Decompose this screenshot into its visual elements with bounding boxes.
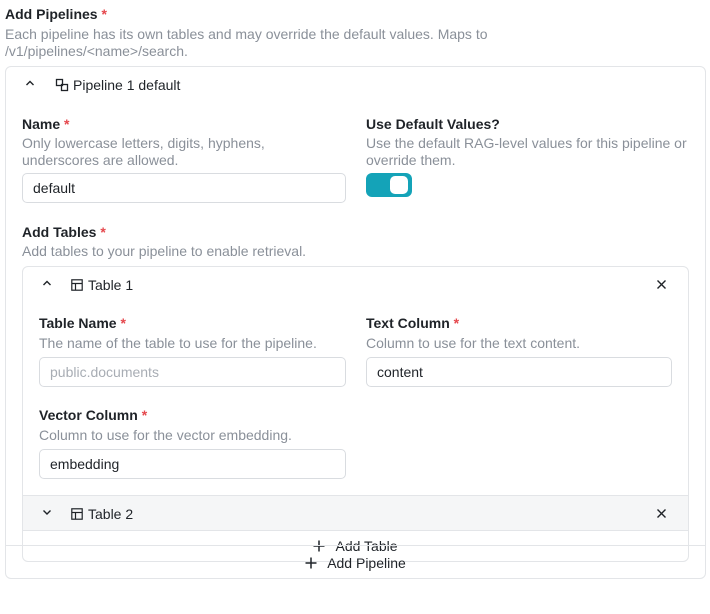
pipeline-header[interactable]: Pipeline 1 default xyxy=(6,67,705,103)
chevron-up-icon[interactable] xyxy=(23,77,37,92)
table-icon xyxy=(71,507,83,525)
text-column-input[interactable] xyxy=(366,357,672,387)
tables-card: Table 1 Table Name * The name of the tab… xyxy=(22,266,689,562)
table-name-label-text: Table Name xyxy=(39,315,117,331)
table-name-input[interactable] xyxy=(39,357,346,387)
text-column-help: Column to use for the text content. xyxy=(366,335,581,351)
required-marker: * xyxy=(64,116,70,132)
chevron-down-icon[interactable] xyxy=(40,506,54,521)
table-1-header[interactable]: Table 1 xyxy=(23,267,688,303)
section-title-text: Add Pipelines xyxy=(5,6,98,22)
table-2-title: Table 2 xyxy=(88,506,134,522)
table-1-title: Table 1 xyxy=(88,277,134,293)
toggle-knob xyxy=(390,176,408,194)
required-marker: * xyxy=(453,315,460,331)
use-defaults-toggle[interactable] xyxy=(366,173,412,197)
plus-icon xyxy=(305,556,317,570)
add-pipeline-button[interactable]: Add Pipeline xyxy=(6,545,705,579)
text-column-label: Text Column * xyxy=(366,314,459,332)
chevron-up-icon[interactable] xyxy=(40,277,54,292)
table-2-header[interactable]: Table 2 xyxy=(23,495,688,531)
close-icon[interactable] xyxy=(656,278,667,293)
table-name-help: The name of the table to use for the pip… xyxy=(39,335,317,351)
add-pipeline-label: Add Pipeline xyxy=(327,554,406,571)
tables-help: Add tables to your pipeline to enable re… xyxy=(22,243,307,259)
required-marker: * xyxy=(120,315,126,331)
section-title: Add Pipelines * xyxy=(5,5,107,23)
table-icon xyxy=(71,278,83,296)
pipeline-title-text: Pipeline 1 xyxy=(73,77,135,93)
tables-label-text: Add Tables xyxy=(22,224,97,240)
pipeline-subtitle: default xyxy=(138,77,181,93)
name-label-text: Name xyxy=(22,116,61,132)
pipeline-name-input[interactable] xyxy=(22,173,346,203)
vector-column-label: Vector Column * xyxy=(39,406,147,424)
defaults-label: Use Default Values? xyxy=(366,116,500,132)
vector-column-help: Column to use for the vector embedding. xyxy=(39,427,292,443)
name-label: Name * xyxy=(22,115,69,133)
defaults-help: Use the default RAG-level values for thi… xyxy=(366,135,687,168)
pipeline-title: Pipeline 1 default xyxy=(73,77,180,93)
pipeline-icon xyxy=(55,78,69,97)
text-column-label-text: Text Column xyxy=(366,315,450,331)
close-icon[interactable] xyxy=(656,507,667,522)
tables-label: Add Tables * xyxy=(22,223,106,241)
pipeline-card: Pipeline 1 default Name * Only lowercase… xyxy=(5,66,706,579)
vector-column-input[interactable] xyxy=(39,449,346,479)
required-marker: * xyxy=(141,407,148,423)
required-marker: * xyxy=(101,6,107,22)
vector-column-label-text: Vector Column xyxy=(39,407,138,423)
name-help: Only lowercase letters, digits, hyphens,… xyxy=(22,135,265,168)
table-name-label: Table Name * xyxy=(39,314,126,332)
section-help: Each pipeline has its own tables and may… xyxy=(5,26,488,59)
required-marker: * xyxy=(100,224,106,240)
